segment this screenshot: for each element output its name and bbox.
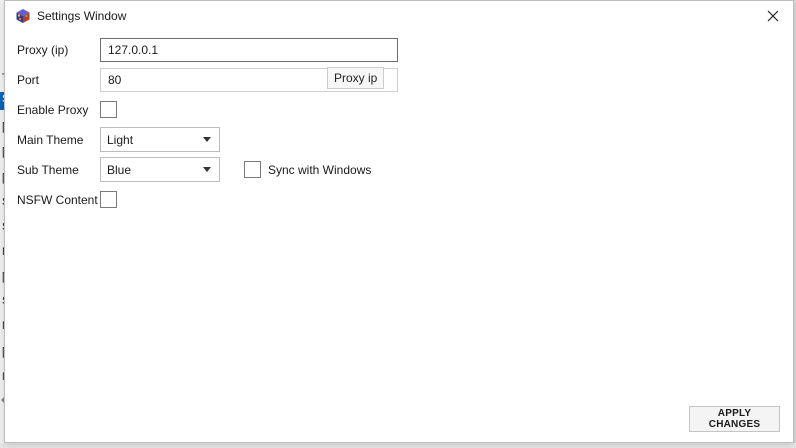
nsfw-row: NSFW Content bbox=[17, 188, 101, 212]
apply-changes-button[interactable]: APPLY CHANGES bbox=[689, 406, 780, 432]
enable-proxy-checkbox[interactable] bbox=[100, 101, 117, 118]
nsfw-checkbox[interactable] bbox=[100, 191, 117, 208]
port-label: Port bbox=[17, 73, 40, 87]
nsfw-label: NSFW Content bbox=[17, 193, 98, 207]
chevron-down-icon bbox=[203, 167, 211, 172]
bg-app-bottom-edge bbox=[0, 443, 796, 448]
title-bar: Settings Window bbox=[5, 1, 793, 31]
window-title: Settings Window bbox=[37, 9, 127, 23]
close-icon bbox=[767, 10, 779, 22]
settings-window: Settings Window Proxy (ip) 127.0.0.1 Por… bbox=[4, 0, 794, 443]
proxy-ip-tooltip: Proxy ip bbox=[327, 67, 385, 89]
main-theme-selected: Light bbox=[107, 132, 134, 147]
proxy-ip-row: Proxy (ip) bbox=[17, 38, 101, 62]
sub-theme-dropdown[interactable]: Blue bbox=[100, 157, 220, 182]
cube-app-icon bbox=[16, 9, 30, 23]
close-button[interactable] bbox=[753, 1, 793, 31]
port-row: Port bbox=[17, 68, 101, 92]
sync-windows-checkbox[interactable] bbox=[244, 161, 261, 178]
proxy-ip-input[interactable]: 127.0.0.1 bbox=[100, 38, 398, 62]
sub-theme-label: Sub Theme bbox=[17, 163, 79, 177]
sub-theme-row: Sub Theme bbox=[17, 158, 101, 182]
enable-proxy-label: Enable Proxy bbox=[17, 103, 89, 117]
proxy-ip-label: Proxy (ip) bbox=[17, 43, 69, 57]
main-theme-dropdown[interactable]: Light bbox=[100, 127, 220, 152]
chevron-down-icon bbox=[203, 137, 211, 142]
main-theme-row: Main Theme bbox=[17, 128, 101, 152]
sub-theme-selected: Blue bbox=[107, 162, 132, 177]
main-theme-label: Main Theme bbox=[17, 133, 84, 147]
sync-windows-label: Sync with Windows bbox=[268, 163, 372, 177]
enable-proxy-row: Enable Proxy bbox=[17, 98, 101, 122]
